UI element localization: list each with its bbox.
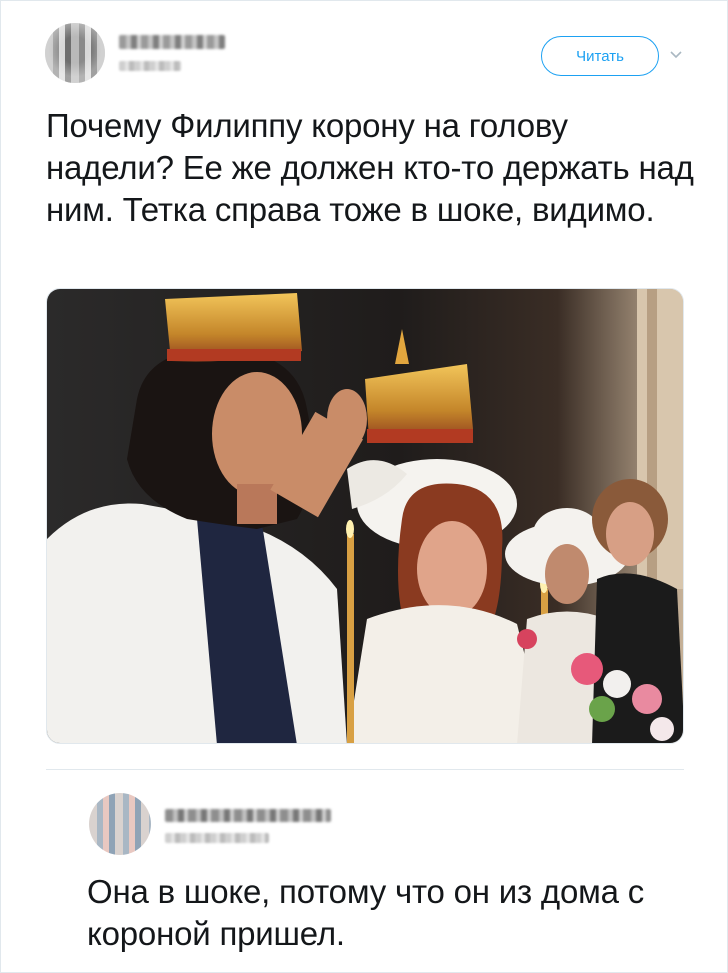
reply-author-avatar[interactable] bbox=[89, 793, 151, 855]
reply-text: Она в шоке, потому что он из дома с коро… bbox=[87, 873, 645, 952]
author-avatar[interactable] bbox=[45, 23, 105, 83]
chevron-down-icon[interactable] bbox=[669, 48, 683, 62]
follow-button[interactable]: Читать bbox=[541, 36, 659, 76]
reply-author-name-blurred[interactable] bbox=[165, 809, 331, 822]
wedding-photo-illustration bbox=[47, 289, 683, 743]
tweet-text: Почему Филиппу корону на голову надели? … bbox=[46, 107, 694, 228]
tweet-card: Читать Почему Филиппу корону на голову н… bbox=[0, 0, 728, 973]
author-handle-blurred bbox=[119, 61, 181, 71]
divider bbox=[46, 769, 684, 770]
author-name-blurred[interactable] bbox=[119, 35, 225, 49]
reply-author-handle-blurred bbox=[165, 833, 269, 843]
tweet-photo[interactable] bbox=[46, 288, 684, 744]
